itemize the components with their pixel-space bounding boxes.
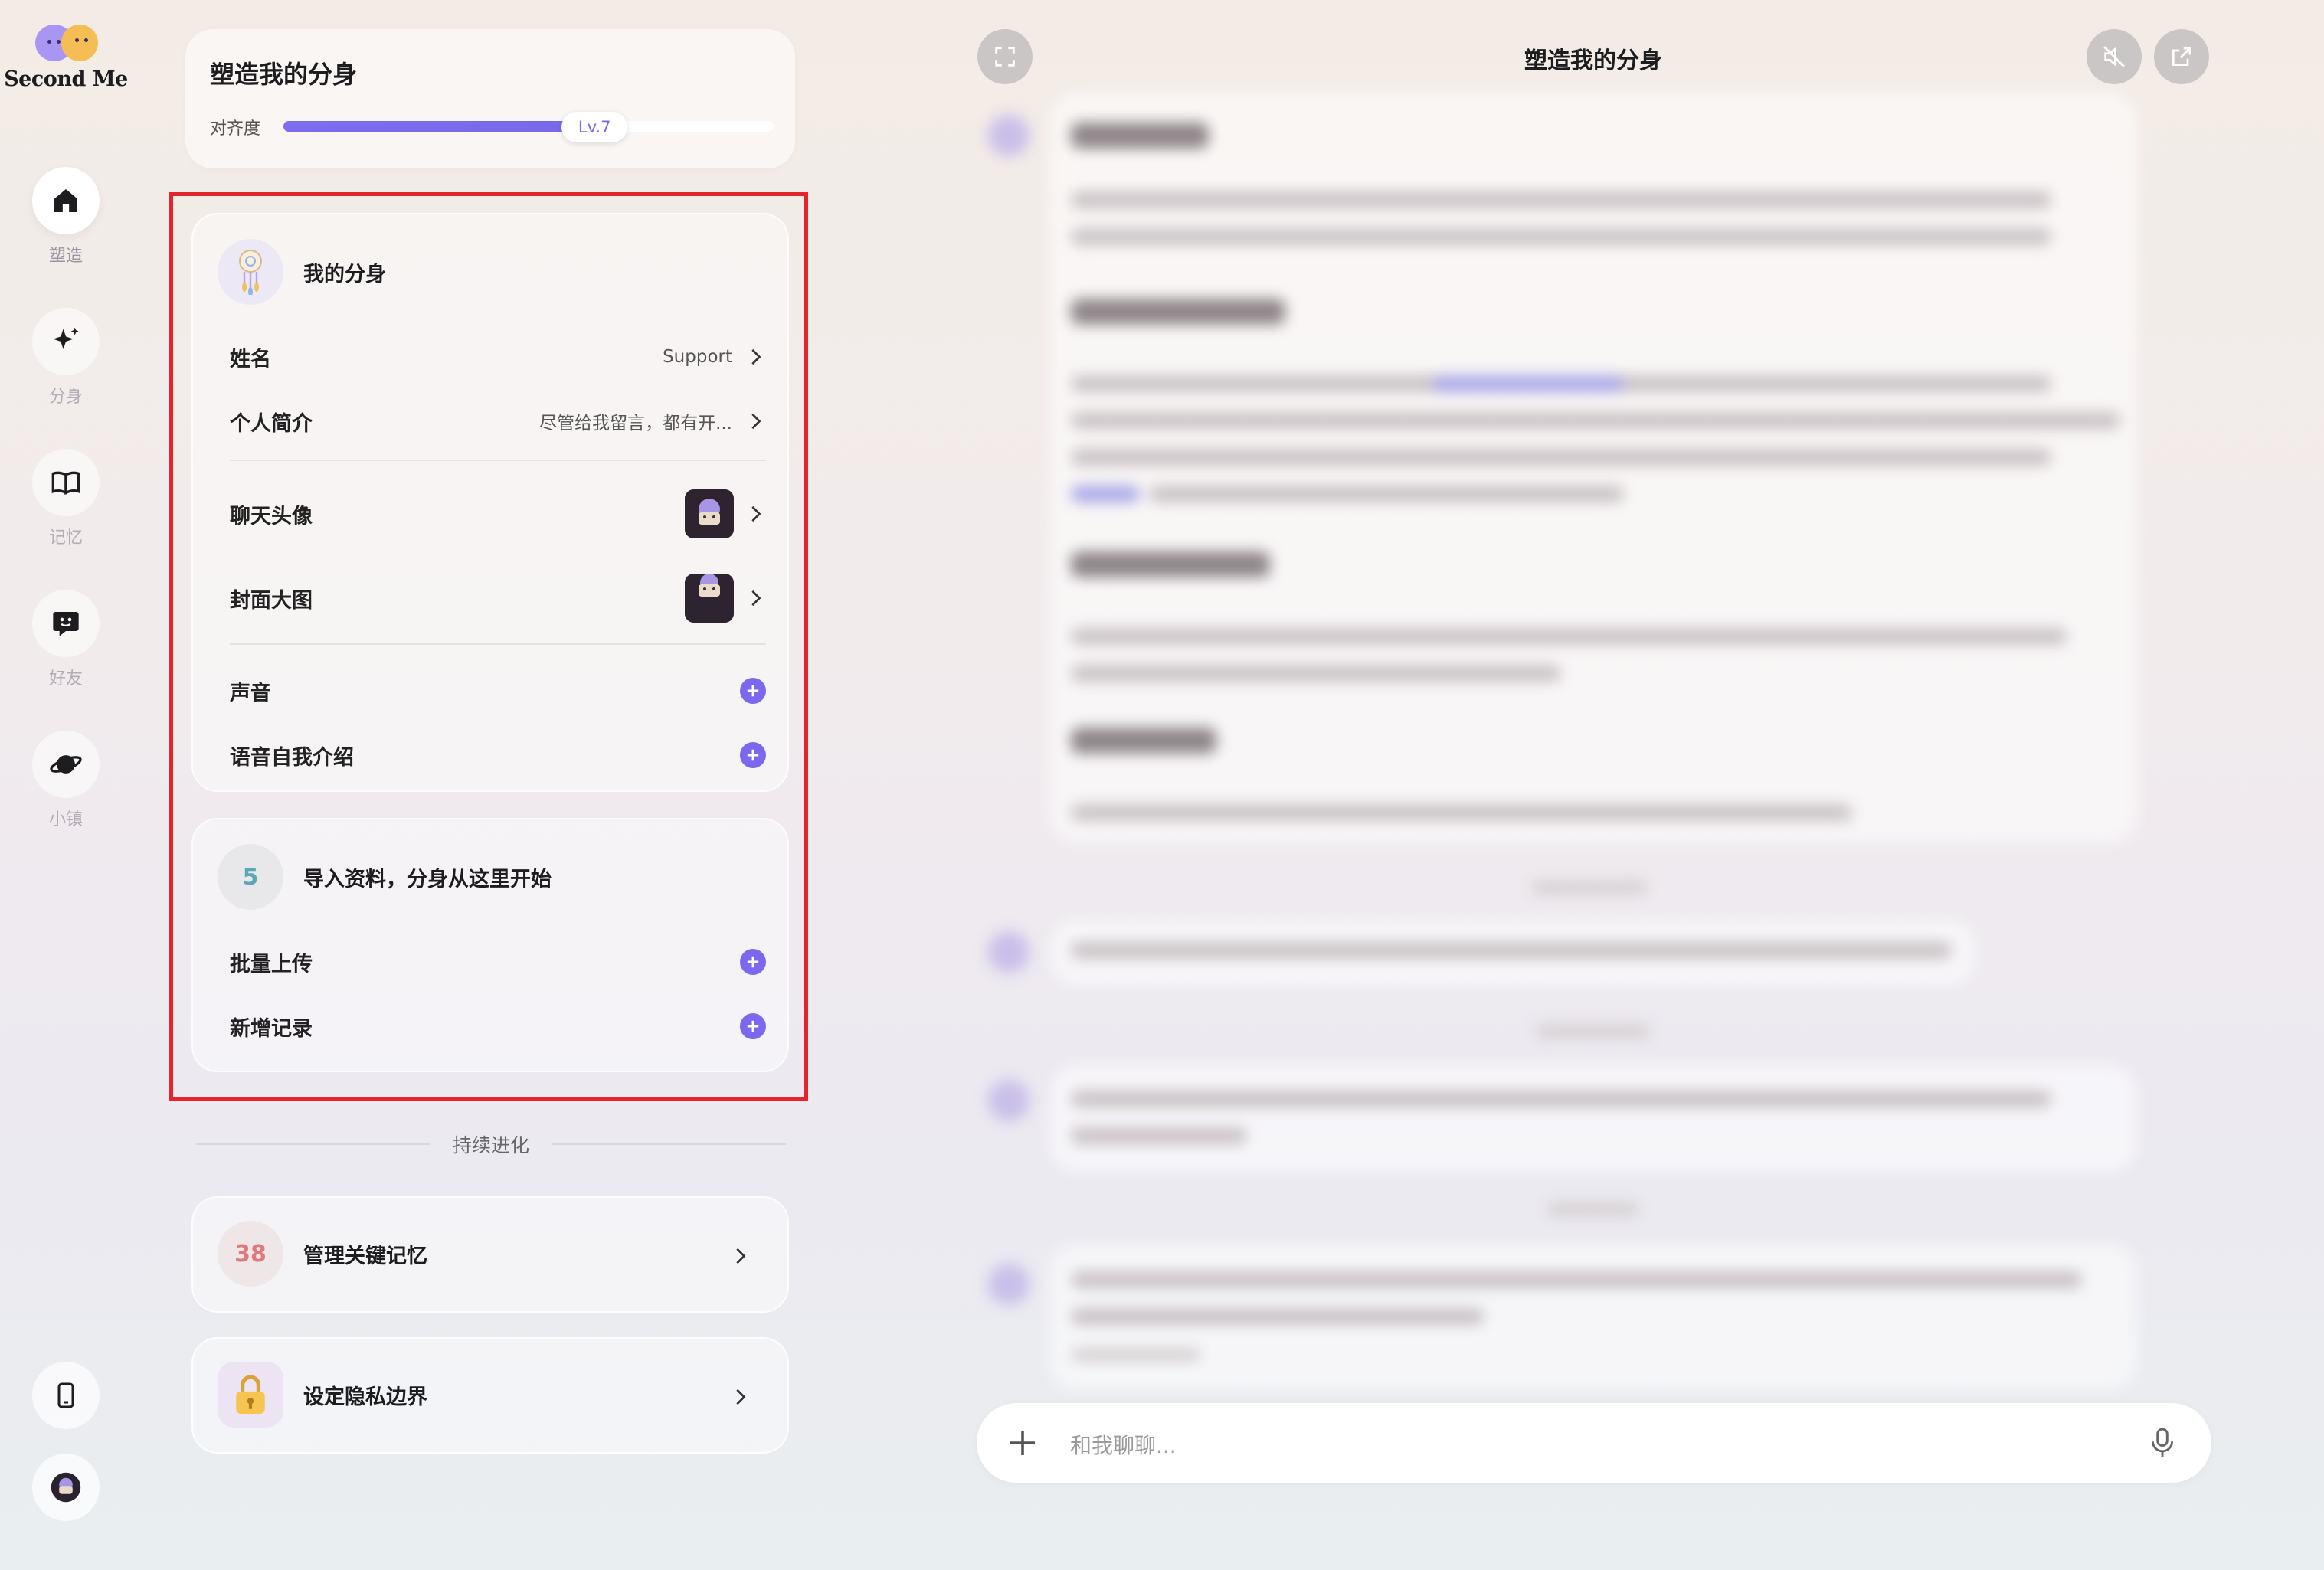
memory-count-badge: 38 [218, 1221, 283, 1287]
user-avatar-button[interactable] [32, 1454, 100, 1521]
level-badge: Lv.7 [561, 112, 628, 142]
chevron-right-icon [729, 1386, 751, 1408]
alignment-card: 塑造我的分身 对齐度 Lv.7 [185, 29, 795, 168]
nav-item-shape[interactable]: 塑造 [0, 167, 132, 267]
page-title: 塑造我的分身 [210, 60, 358, 89]
chat-input-bar[interactable]: 和我聊聊... [977, 1403, 2211, 1483]
nav-item-friends[interactable]: 好友 [0, 590, 132, 689]
memory-card-title: 管理关键记忆 [303, 1244, 427, 1268]
nav-label: 记忆 [48, 528, 83, 548]
plus-icon[interactable] [1007, 1428, 1038, 1458]
privacy-card[interactable]: 设定隐私边界 [191, 1337, 789, 1454]
lock-icon [218, 1362, 283, 1428]
fullscreen-button[interactable] [977, 29, 1033, 84]
user-avatar-icon [51, 1472, 81, 1503]
memory-card[interactable]: 38 管理关键记忆 [191, 1196, 789, 1313]
mute-icon [2103, 46, 2125, 67]
alignment-progress-bar: Lv.7 [283, 112, 774, 142]
nav-item-memory[interactable]: 记忆 [0, 449, 132, 548]
nav-label: 分身 [48, 388, 83, 407]
chat-input[interactable]: 和我聊聊... [1070, 1429, 1177, 1460]
logo-text: Second Me [4, 67, 128, 91]
chevron-right-icon [729, 1245, 751, 1267]
home-icon [54, 189, 77, 212]
nav-item-town[interactable]: 小镇 [0, 731, 132, 830]
chat-history-blurred [973, 92, 2145, 1394]
left-rail: Second Me 塑造 分身 记忆 好友 小镇 [0, 0, 132, 1570]
sparkle-icon [53, 327, 79, 349]
share-button[interactable] [2154, 29, 2209, 84]
selection-highlight [169, 192, 808, 1101]
nav-item-clone[interactable]: 分身 [0, 308, 132, 407]
expand-icon [995, 47, 1015, 67]
evolve-section-divider: 持续进化 [196, 1129, 787, 1160]
microphone-icon[interactable] [2149, 1426, 2176, 1460]
chat-face-icon [53, 612, 79, 636]
nav-label: 塑造 [48, 247, 83, 266]
chat-title: 塑造我的分身 [1524, 47, 1662, 74]
privacy-card-title: 设定隐私边界 [303, 1385, 427, 1409]
mobile-app-button[interactable] [32, 1362, 100, 1429]
alignment-label: 对齐度 [210, 119, 261, 139]
logo-icon[interactable] [31, 21, 101, 67]
phone-icon [57, 1382, 74, 1408]
mute-button[interactable] [2087, 29, 2142, 84]
book-icon [51, 471, 80, 496]
external-link-icon [2172, 47, 2191, 66]
nav-label: 好友 [48, 669, 83, 689]
evolve-label: 持续进化 [453, 1134, 530, 1156]
planet-icon [50, 755, 82, 774]
nav-label: 小镇 [48, 810, 83, 829]
alignment-progress-fill [283, 121, 568, 132]
